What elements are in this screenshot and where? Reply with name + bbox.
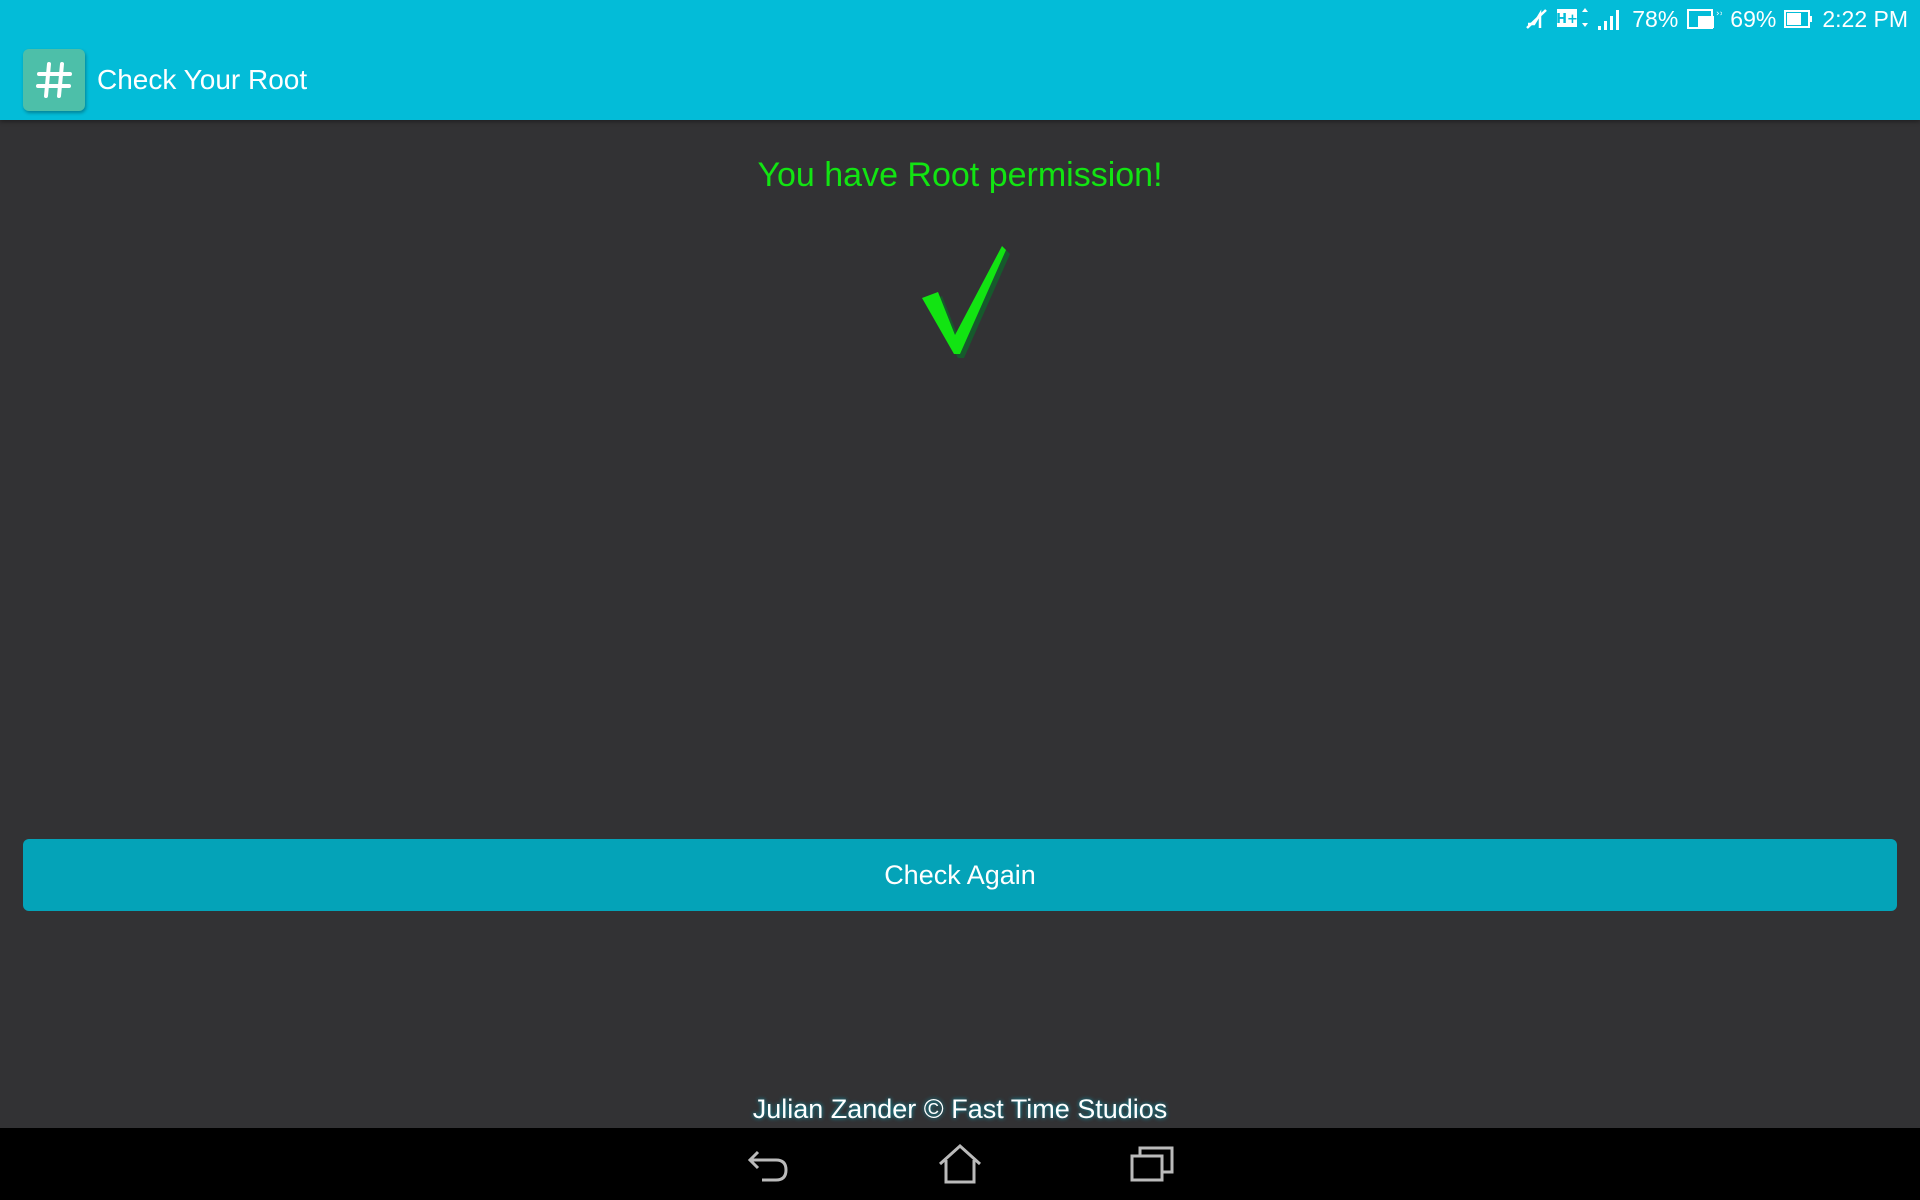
navigation-bar xyxy=(0,1128,1920,1200)
app-title: Check Your Root xyxy=(97,64,308,95)
clock: 2:22 PM xyxy=(1822,5,1908,32)
credit-text: Julian Zander © Fast Time Studios xyxy=(752,1094,1168,1124)
home-button[interactable] xyxy=(932,1140,988,1188)
app-icon[interactable] xyxy=(23,49,85,111)
check-again-button[interactable]: Check Again xyxy=(23,839,1897,911)
home-icon xyxy=(938,1143,982,1184)
screen: H+ 78% ›› 69% xyxy=(0,0,1920,1200)
battery-percent-secondary: 69% xyxy=(1730,5,1777,32)
hash-icon xyxy=(36,62,72,98)
top-bar: H+ 78% ›› 69% xyxy=(0,0,1920,120)
root-status-message: You have Root permission! xyxy=(757,156,1163,194)
recent-apps-icon xyxy=(1130,1146,1174,1182)
h-plus-icon: H+ xyxy=(1556,6,1590,32)
svg-text:››: ›› xyxy=(1716,9,1722,19)
svg-text:H+: H+ xyxy=(1556,12,1578,27)
recent-apps-button[interactable] xyxy=(1124,1140,1180,1188)
action-bar: Check Your Root xyxy=(0,40,1920,120)
back-button[interactable] xyxy=(740,1140,796,1188)
mute-icon xyxy=(1524,6,1550,32)
battery-percent-primary: 78% xyxy=(1632,5,1679,32)
main-content: You have Root permission! Check Again Ju… xyxy=(0,120,1920,1128)
back-icon xyxy=(747,1150,788,1182)
battery-icon xyxy=(1784,6,1814,32)
signal-icon xyxy=(1596,6,1624,32)
check-mark-icon xyxy=(910,230,1010,360)
status-bar: H+ 78% ›› 69% xyxy=(1524,4,1910,34)
dock-battery-icon: ›› xyxy=(1686,6,1722,32)
